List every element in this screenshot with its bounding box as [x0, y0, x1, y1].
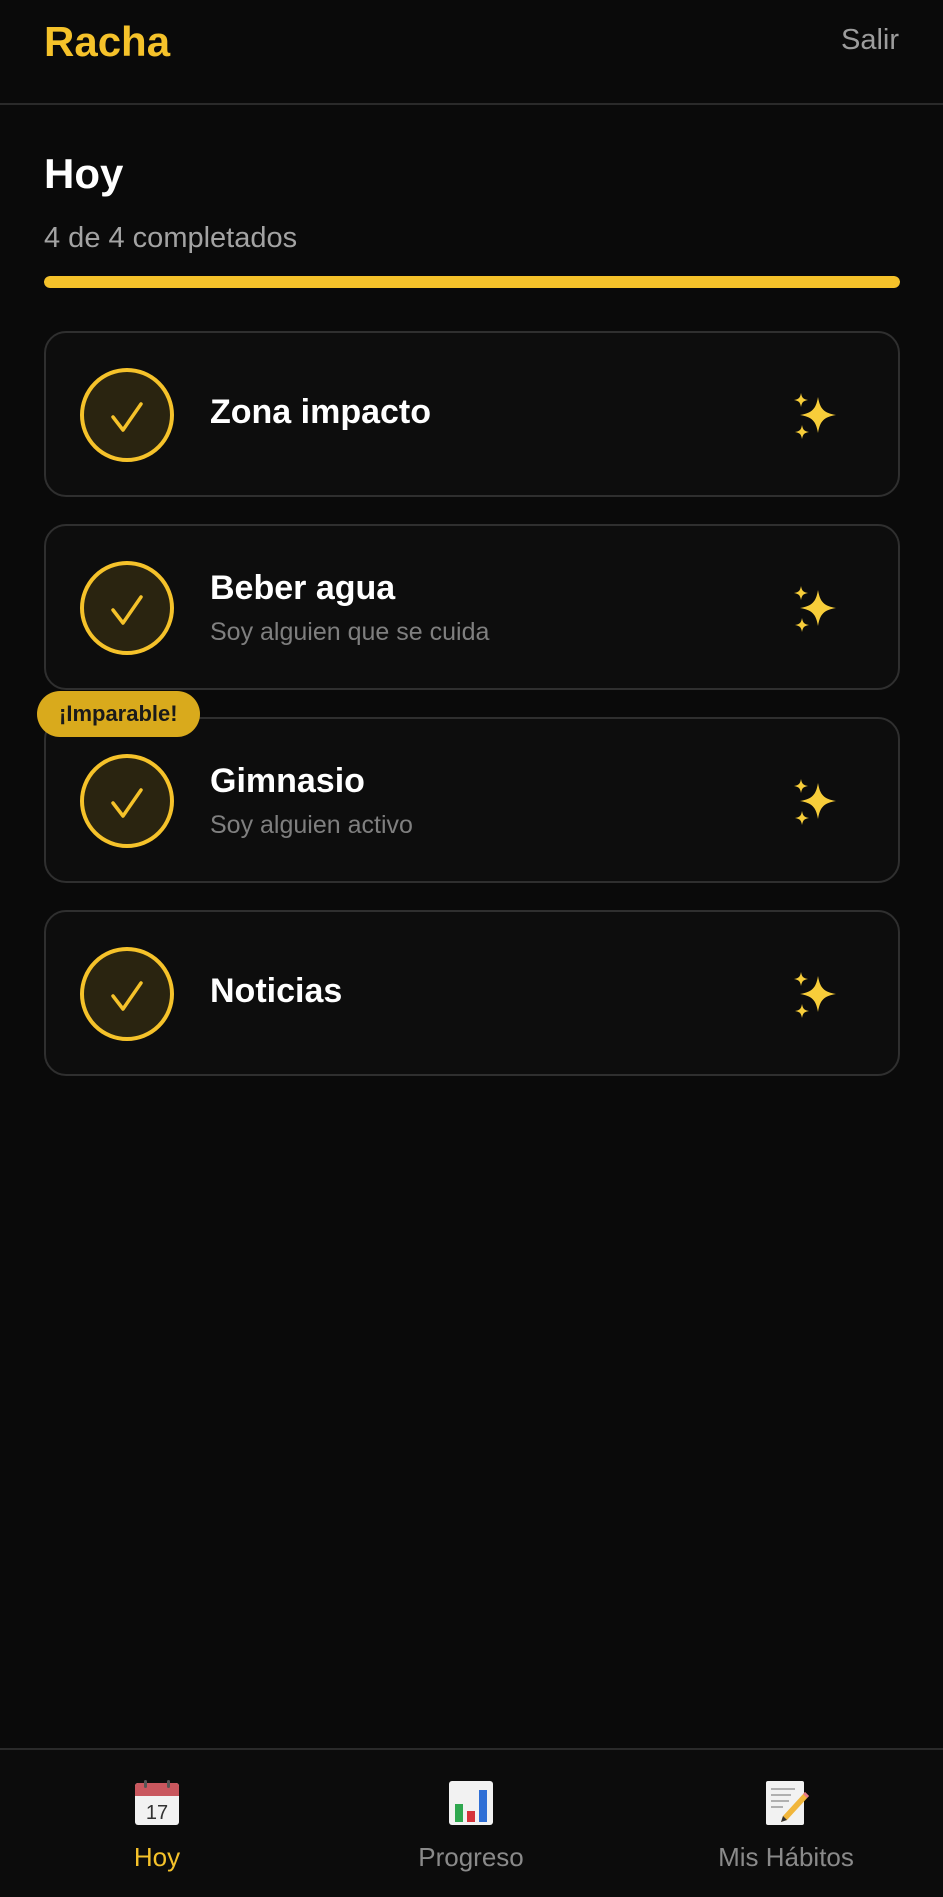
tab-label: Hoy: [133, 1842, 181, 1872]
svg-text:17: 17: [146, 1802, 168, 1824]
tab-label: Progreso: [418, 1842, 524, 1872]
habit-check-button[interactable]: [80, 368, 174, 462]
checkmark-icon: [111, 788, 143, 818]
habit-card-zona-impacto[interactable]: Zona impacto: [44, 331, 900, 497]
habit-check-button[interactable]: [80, 947, 174, 1041]
checkmark-icon: [111, 595, 143, 625]
progress-bar-fill: [44, 276, 900, 288]
bar-chart-icon: [449, 1781, 493, 1825]
checkmark-icon: [111, 402, 143, 432]
app: Racha Salir Hoy 4 de 4 completados Zona …: [0, 0, 943, 1897]
app-brand: Racha: [44, 18, 171, 65]
memo-icon: [766, 1781, 809, 1825]
page-title: Hoy: [44, 150, 124, 197]
habit-name: Noticias: [210, 972, 343, 1010]
tab-hoy[interactable]: 17 Hoy: [0, 1750, 314, 1897]
top-header: Racha Salir: [0, 0, 943, 105]
checkmark-icon: [111, 981, 143, 1011]
calendar-icon: 17: [135, 1780, 179, 1825]
logout-button[interactable]: Salir: [841, 24, 899, 57]
progress-bar: [44, 276, 900, 288]
progress-text: 4 de 4 completados: [44, 222, 298, 254]
habit-check-button[interactable]: [80, 561, 174, 655]
habit-name: Zona impacto: [210, 393, 432, 431]
sparkles-icon: [794, 972, 836, 1018]
habit-card-noticias[interactable]: Noticias: [44, 910, 900, 1076]
streak-badge: ¡Imparable!: [37, 691, 200, 737]
tab-mis-habitos[interactable]: Mis Hábitos: [629, 1750, 943, 1897]
habit-identity: Soy alguien que se cuida: [210, 618, 490, 646]
sparkles-icon: [794, 586, 836, 632]
habit-card-gimnasio[interactable]: Gimnasio Soy alguien activo: [44, 717, 900, 883]
sparkles-icon: [794, 393, 836, 439]
habit-name: Beber agua: [210, 569, 396, 607]
habit-check-button[interactable]: [80, 754, 174, 848]
bottom-tab-bar: 17 Hoy Progreso Mis Hábitos: [0, 1748, 943, 1897]
tab-label: Mis Hábitos: [718, 1842, 854, 1872]
habit-identity: Soy alguien activo: [210, 811, 413, 839]
habit-card-beber-agua[interactable]: Beber agua Soy alguien que se cuida: [44, 524, 900, 690]
habit-name: Gimnasio: [210, 762, 365, 800]
sparkles-icon: [794, 779, 836, 825]
tab-progreso[interactable]: Progreso: [314, 1750, 628, 1897]
